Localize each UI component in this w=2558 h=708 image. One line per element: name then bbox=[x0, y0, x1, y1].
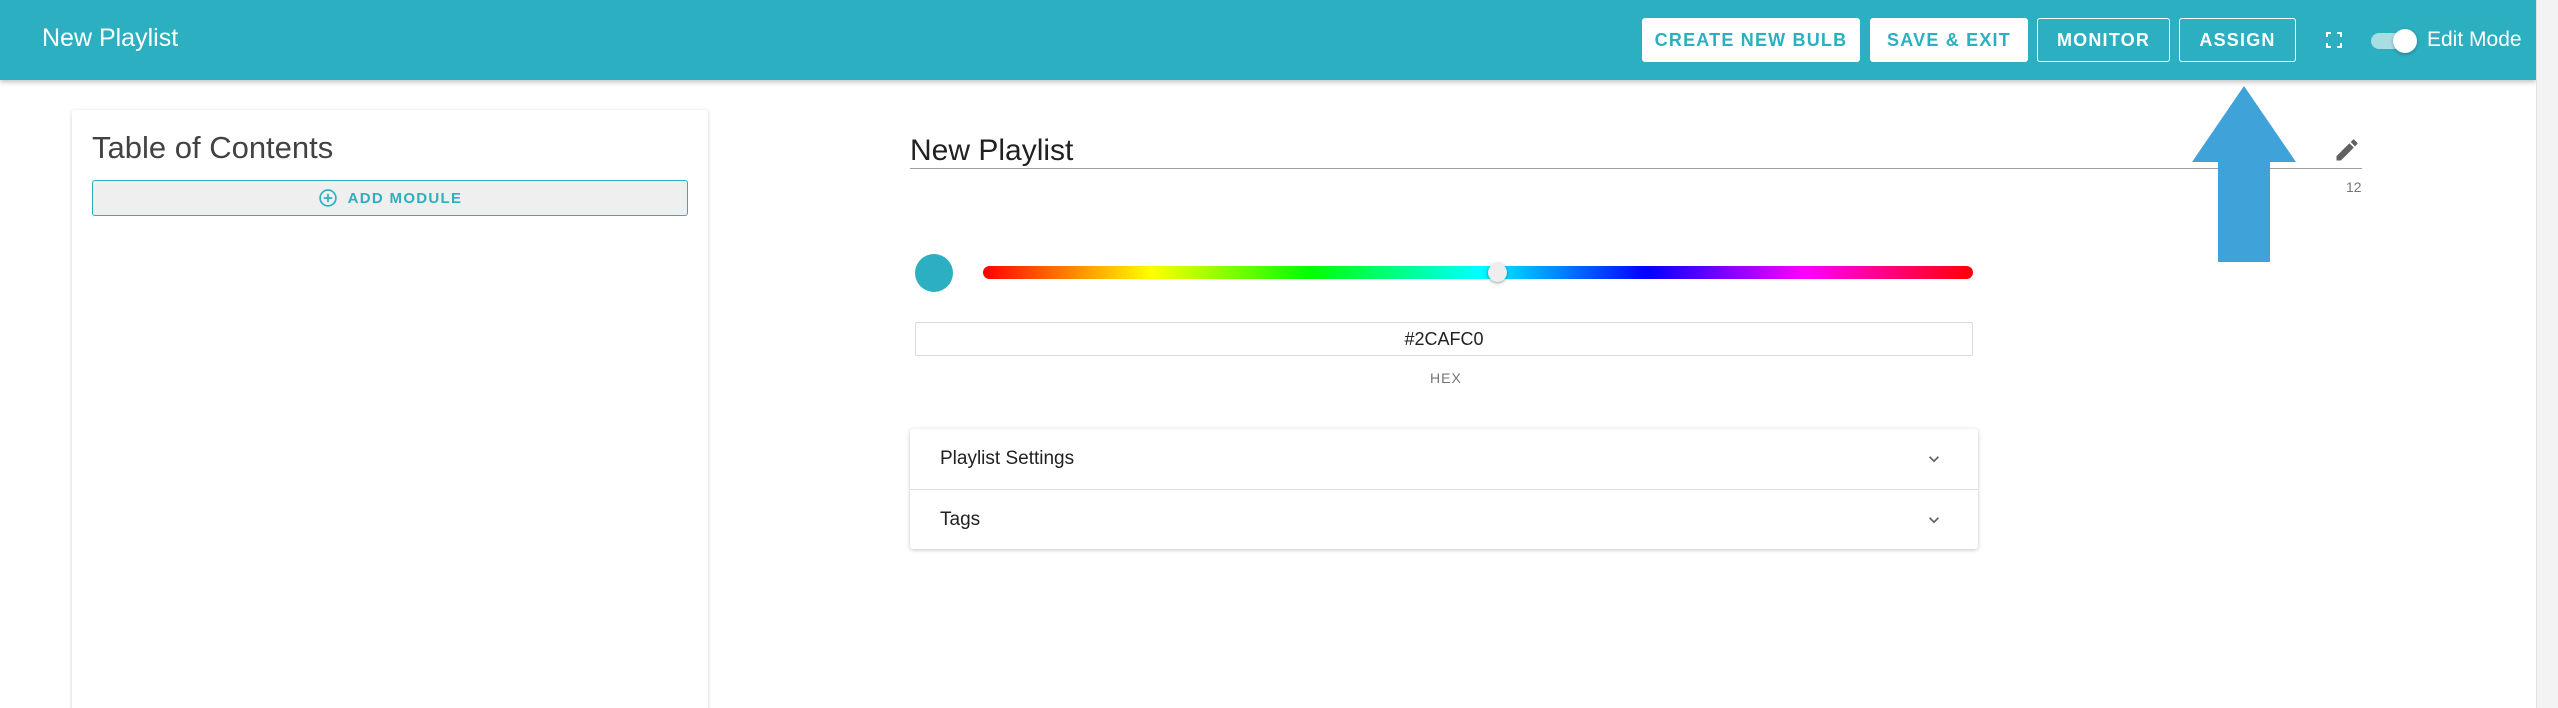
hex-input[interactable] bbox=[915, 322, 1973, 356]
hex-label: HEX bbox=[1430, 370, 1462, 386]
playlist-settings-panel[interactable]: Playlist Settings bbox=[910, 429, 1978, 489]
edit-mode-label: Edit Mode bbox=[2427, 28, 2522, 51]
playlist-name-field[interactable]: New Playlist bbox=[910, 134, 1073, 168]
toc-title: Table of Contents bbox=[92, 130, 334, 165]
hue-slider[interactable] bbox=[983, 266, 1973, 279]
playlist-name-underline bbox=[910, 168, 2362, 169]
pencil-icon[interactable] bbox=[2333, 136, 2361, 164]
add-module-button[interactable]: ADD MODULE bbox=[92, 180, 688, 216]
chevron-down-icon bbox=[1929, 456, 1939, 463]
add-module-label: ADD MODULE bbox=[347, 189, 463, 207]
playlist-settings-label: Playlist Settings bbox=[940, 448, 1075, 469]
expansion-panels: Playlist Settings Tags bbox=[910, 429, 1978, 549]
hue-slider-thumb[interactable] bbox=[1488, 263, 1508, 282]
assign-button[interactable]: ASSIGN bbox=[2179, 18, 2296, 62]
fullscreen-icon[interactable] bbox=[2322, 28, 2346, 52]
toggle-knob bbox=[2393, 29, 2417, 53]
app-header: New Playlist CREATE NEW BULB SAVE & EXIT… bbox=[0, 0, 2536, 80]
page: New Playlist CREATE NEW BULB SAVE & EXIT… bbox=[0, 0, 2558, 708]
tags-panel[interactable]: Tags bbox=[910, 489, 1978, 549]
table-of-contents-panel: Table of Contents ADD MODULE bbox=[72, 110, 708, 708]
monitor-button[interactable]: MONITOR bbox=[2037, 18, 2170, 62]
add-circle-icon bbox=[318, 189, 337, 207]
color-swatch bbox=[915, 254, 953, 292]
char-counter: 12 bbox=[2346, 179, 2362, 195]
chevron-down-icon bbox=[1929, 517, 1939, 524]
page-scrollbar[interactable] bbox=[2536, 0, 2558, 708]
annotation-arrow bbox=[2192, 86, 2296, 262]
create-new-bulb-button[interactable]: CREATE NEW BULB bbox=[1642, 18, 1860, 62]
tags-label: Tags bbox=[940, 508, 981, 530]
edit-mode-toggle[interactable] bbox=[2371, 29, 2419, 53]
app-title: New Playlist bbox=[42, 24, 179, 52]
save-exit-button[interactable]: SAVE & EXIT bbox=[1870, 18, 2028, 62]
